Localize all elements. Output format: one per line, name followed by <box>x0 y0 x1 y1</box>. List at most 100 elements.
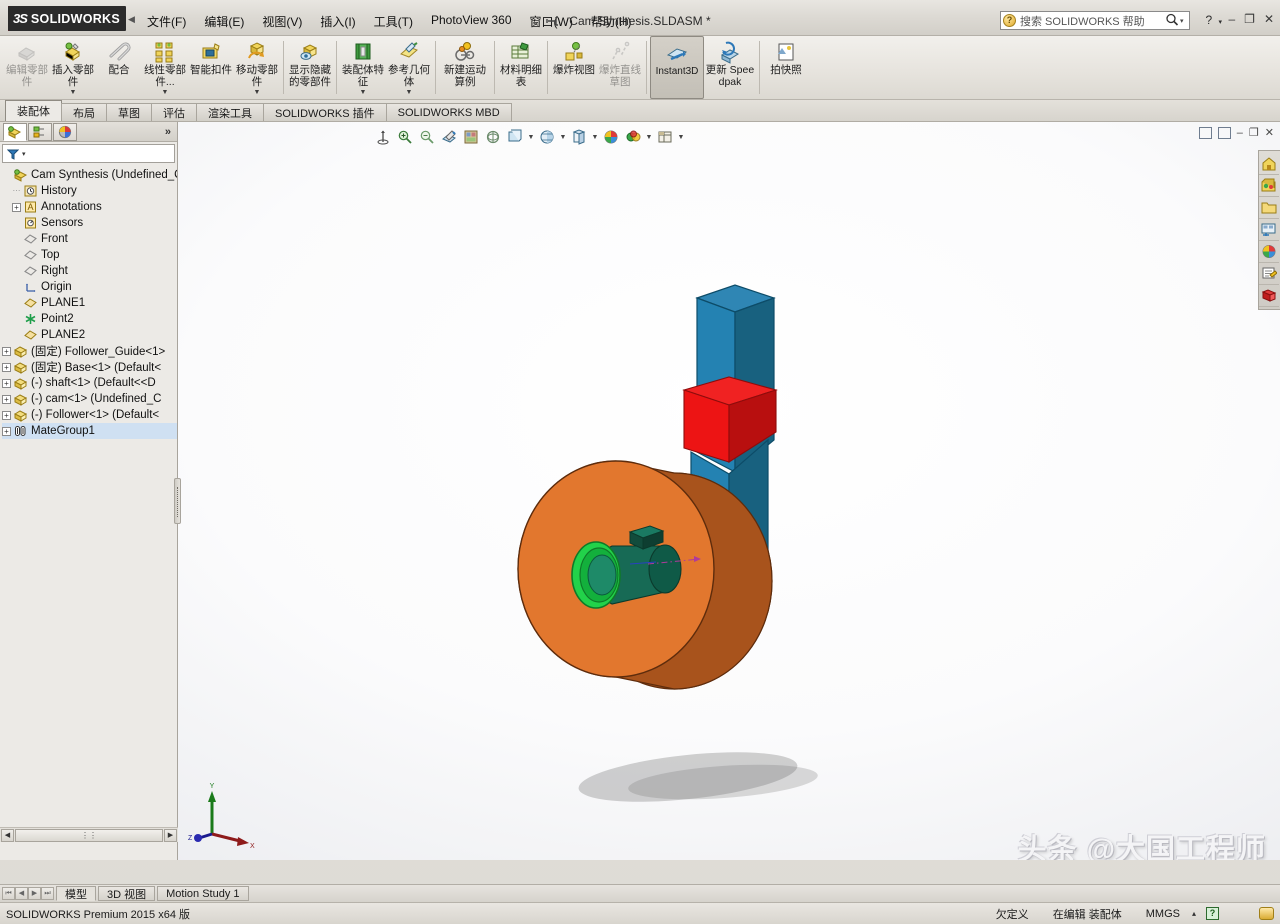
tree-item-shaft[interactable]: + (-) shaft<1> (Default<<D <box>2 375 177 391</box>
ribbon-new-motion-study[interactable]: 新建运动算例 <box>439 36 491 99</box>
ribbon-edit-component[interactable]: 编辑零部件 <box>4 36 50 99</box>
chevron-down-icon[interactable]: ▼ <box>162 89 169 96</box>
ribbon-bill-of-materials[interactable]: 材料明细表 <box>498 36 544 99</box>
tab-solidworks-addins[interactable]: SOLIDWORKS 插件 <box>263 103 387 121</box>
tree-item-plane1[interactable]: PLANE1 <box>2 295 177 311</box>
tab-layout[interactable]: 布局 <box>61 103 107 121</box>
units-caret-icon[interactable]: ▴ <box>1192 909 1206 918</box>
tree-item-follower-guide[interactable]: + (固定) Follower_Guide<1> <box>2 343 177 359</box>
feature-tree-hscrollbar[interactable]: ◀ ⋮⋮ ▶ <box>0 827 178 842</box>
tab-nav-next-icon[interactable]: ▶ <box>28 887 41 900</box>
tree-expander[interactable]: + <box>12 202 21 212</box>
ribbon-move-component[interactable]: 移动零部件 ▼ <box>234 36 280 99</box>
minimize-button[interactable]: – <box>1228 12 1235 26</box>
appearance-caret-icon[interactable]: ▼ <box>591 134 599 141</box>
ribbon-take-snapshot[interactable]: 拍快照 <box>763 36 809 99</box>
tree-expander[interactable]: + <box>2 410 11 420</box>
tree-item-plane2[interactable]: PLANE2 <box>2 327 177 343</box>
scroll-thumb[interactable]: ⋮⋮ <box>15 828 163 842</box>
tab-property-manager[interactable] <box>28 122 52 141</box>
tab-evaluate[interactable]: 评估 <box>151 103 197 121</box>
tab-display-manager[interactable] <box>53 122 77 141</box>
tree-expander[interactable]: + <box>2 362 11 372</box>
search-dropdown-caret-icon[interactable]: ▾ <box>1180 17 1189 25</box>
section-view-icon[interactable] <box>439 127 459 147</box>
tree-item-right-plane[interactable]: Right <box>2 263 177 279</box>
zoom-to-fit-icon[interactable] <box>373 127 393 147</box>
tab-nav-prev-icon[interactable]: ◀ <box>15 887 28 900</box>
viewport-icon[interactable] <box>655 127 675 147</box>
zoom-area-icon[interactable] <box>395 127 415 147</box>
ribbon-linear-component-pattern[interactable]: 线性零部件... ▼ <box>142 36 188 99</box>
custom-properties-icon[interactable] <box>1259 263 1279 285</box>
tab-feature-manager[interactable] <box>3 122 27 141</box>
apply-scene-icon[interactable] <box>601 127 621 147</box>
display-style-icon[interactable] <box>505 127 525 147</box>
overlay-badge-icon[interactable] <box>1259 907 1274 920</box>
panel-expand-chevron-icon[interactable]: » <box>165 126 171 138</box>
hide-show-items-icon[interactable] <box>537 127 557 147</box>
folder-icon[interactable] <box>1259 197 1279 219</box>
tree-item-origin[interactable]: Origin <box>2 279 177 295</box>
tree-expander[interactable]: + <box>2 346 11 356</box>
chevron-down-icon[interactable]: ▼ <box>406 89 413 96</box>
help-search-box[interactable]: ? 搜索 SOLIDWORKS 帮助 ▾ <box>1000 11 1190 30</box>
restore-doc-left-icon[interactable] <box>1198 126 1212 139</box>
graphics-area[interactable]: ▼ ▼ ▼ ▼ ▼ – ❐ ✕ Y X Z 头条 @大国工程师 <box>178 122 1280 860</box>
tree-item-base[interactable]: + (固定) Base<1> (Default< <box>2 359 177 375</box>
bottom-tab-3d-views[interactable]: 3D 视图 <box>98 886 156 901</box>
magnifier-icon[interactable] <box>1164 13 1180 29</box>
chevron-down-icon[interactable]: ▼ <box>254 89 261 96</box>
tree-item-top-plane[interactable]: Top <box>2 247 177 263</box>
previous-view-icon[interactable] <box>417 127 437 147</box>
tab-sketch[interactable]: 草图 <box>106 103 152 121</box>
tree-item-point2[interactable]: Point2 <box>2 311 177 327</box>
scroll-right-arrow-icon[interactable]: ▶ <box>164 828 177 842</box>
status-units[interactable]: MMGS <box>1134 908 1192 920</box>
forum-icon[interactable] <box>1259 285 1279 307</box>
close-button[interactable]: ✕ <box>1264 12 1274 26</box>
help-caret-icon[interactable]: ▾ <box>1218 19 1222 26</box>
tree-expander[interactable]: + <box>2 394 11 404</box>
tree-expander[interactable]: + <box>2 378 11 388</box>
tab-render-tools[interactable]: 渲染工具 <box>196 103 264 121</box>
appearances-icon[interactable] <box>1259 241 1279 263</box>
panel-splitter-grip[interactable] <box>174 478 181 524</box>
scroll-left-arrow-icon[interactable]: ◀ <box>1 828 14 842</box>
view-settings-caret-icon[interactable]: ▼ <box>645 134 653 141</box>
tree-item-annotations[interactable]: + A Annotations <box>2 199 177 215</box>
ribbon-mate[interactable]: 配合 <box>96 36 142 99</box>
edit-appearance-icon[interactable] <box>569 127 589 147</box>
tab-nav-last-icon[interactable]: ⏭ <box>41 887 54 900</box>
view-orientation-icon[interactable] <box>461 127 481 147</box>
tab-nav-first-icon[interactable]: ⏮ <box>2 887 15 900</box>
tree-item-cam[interactable]: + (-) cam<1> (Undefined_C <box>2 391 177 407</box>
design-library-icon[interactable] <box>1259 175 1279 197</box>
view-palette-icon[interactable] <box>1259 219 1279 241</box>
restore-button[interactable]: ❐ <box>1244 12 1255 26</box>
tree-item-front-plane[interactable]: Front <box>2 231 177 247</box>
view-settings-icon[interactable] <box>623 127 643 147</box>
viewport-caret-icon[interactable]: ▼ <box>677 134 685 141</box>
feature-tree-filter[interactable]: ▾ <box>2 144 175 163</box>
chevron-down-icon[interactable]: ▼ <box>70 89 77 96</box>
help-button-group[interactable]: ? ▾ <box>1205 13 1222 27</box>
ribbon-exploded-view[interactable]: 爆炸视图 <box>551 36 597 99</box>
restore-doc-right-icon[interactable] <box>1217 126 1231 139</box>
ribbon-smart-fasteners[interactable]: 智能扣件 <box>188 36 234 99</box>
tree-item-sensors[interactable]: Sensors <box>2 215 177 231</box>
doc-close-button[interactable]: ✕ <box>1265 126 1274 139</box>
ribbon-reference-geometry[interactable]: 参考几何体 ▼ <box>386 36 432 99</box>
ribbon-instant3d[interactable]: Instant3D <box>650 36 704 99</box>
display-style-caret-icon[interactable]: ▼ <box>527 134 535 141</box>
home-icon[interactable] <box>1259 153 1279 175</box>
tree-item-follower[interactable]: + (-) Follower<1> (Default< <box>2 407 177 423</box>
tab-solidworks-mbd[interactable]: SOLIDWORKS MBD <box>385 103 512 121</box>
model-3d-view[interactable]: Y X Z <box>178 122 1280 860</box>
tree-expander[interactable]: + <box>2 426 11 436</box>
help-question-icon[interactable]: ? <box>1205 13 1212 27</box>
bottom-tab-motion-study[interactable]: Motion Study 1 <box>157 886 249 901</box>
doc-minimize-button[interactable]: – <box>1237 127 1243 139</box>
bottom-tab-model[interactable]: 模型 <box>56 886 96 901</box>
tree-item-assembly[interactable]: Cam Synthesis (Undefined_C <box>2 167 177 183</box>
